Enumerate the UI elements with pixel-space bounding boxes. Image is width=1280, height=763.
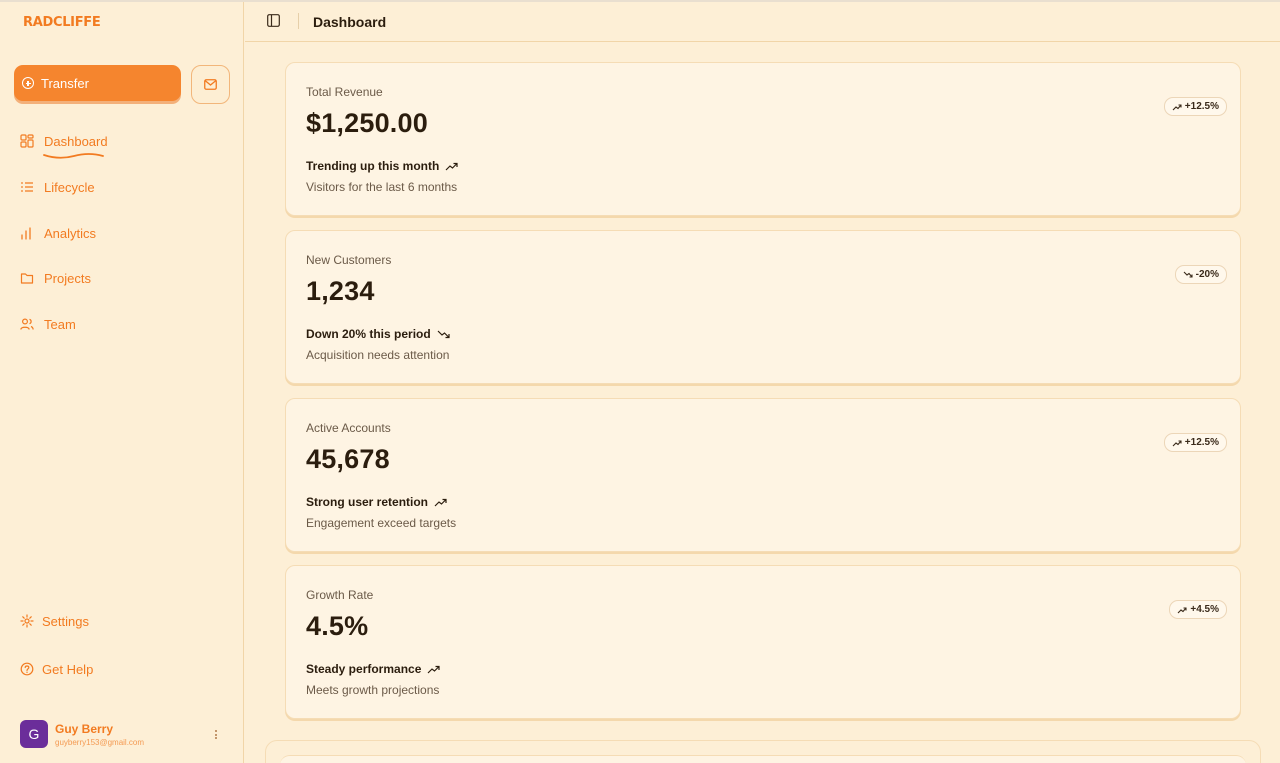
card-value: 1,234 (306, 276, 375, 306)
page-title: Dashboard (313, 14, 387, 30)
dashboard-icon (20, 134, 34, 148)
mail-button[interactable] (191, 65, 230, 104)
user-profile[interactable]: G Guy Berry guyberry153@gmail.com (20, 720, 144, 748)
sidebar-item-label: Settings (42, 613, 89, 629)
trend-badge: +12.5% (1163, 433, 1227, 452)
sidebar-item-settings[interactable]: Settings (20, 610, 89, 632)
trending-up-icon (1177, 606, 1187, 613)
sidebar-item-label: Get Help (42, 661, 94, 677)
card-trend-label: Strong user retention (306, 495, 429, 509)
trend-badge-label: +12.5% (1184, 101, 1219, 112)
trend-badge: +4.5% (1169, 600, 1227, 619)
sidebar-item-label: Dashboard (44, 133, 108, 149)
sidebar-item-projects[interactable]: Projects (20, 267, 91, 289)
card-subtext: Meets growth projections (306, 683, 440, 697)
sidebar-item-get-help[interactable]: Get Help (20, 658, 93, 680)
trending-down-icon (1183, 271, 1193, 278)
avatar: G (20, 720, 48, 748)
sidebar-item-label: Analytics (44, 225, 97, 241)
trending-up-icon (445, 162, 458, 170)
mail-icon (204, 79, 217, 90)
active-underline (43, 153, 104, 159)
users-icon (20, 318, 34, 330)
trending-up-icon (1172, 103, 1182, 110)
bar-chart-icon (21, 227, 31, 240)
metric-card-growth-rate: Growth Rate 4.5% +4.5% Steady performanc… (285, 565, 1241, 719)
card-label: Active Accounts (306, 421, 391, 435)
card-label: New Customers (306, 253, 392, 267)
sidebar-item-team[interactable]: Team (20, 313, 76, 335)
card-label: Growth Rate (306, 588, 374, 602)
card-trend-label: Trending up this month (306, 159, 440, 173)
metric-card-new-customers: New Customers 1,234 -20% Down 20% this p… (285, 230, 1241, 384)
metric-card-active-accounts: Active Accounts 45,678 +12.5% Strong use… (285, 398, 1241, 552)
plus-circle-icon (22, 77, 34, 89)
card-trend: Down 20% this period (306, 327, 450, 341)
metric-card-total-revenue: Total Revenue $1,250.00 +12.5% Trending … (285, 62, 1241, 216)
help-icon (20, 662, 34, 676)
sidebar-item-dashboard[interactable]: Dashboard (20, 130, 108, 152)
card-value: 45,678 (306, 444, 390, 474)
user-name: Guy Berry (55, 721, 114, 736)
transfer-button[interactable]: Transfer (14, 65, 181, 101)
trend-badge: +12.5% (1163, 97, 1227, 116)
gear-icon (20, 614, 34, 628)
user-email: guyberry153@gmail.com (55, 737, 145, 747)
trend-badge: -20% (1174, 265, 1227, 284)
card-value: $1,250.00 (306, 108, 428, 138)
trend-badge-label: +4.5% (1190, 604, 1219, 615)
card-value: 4.5% (306, 611, 369, 641)
card-trend: Strong user retention (306, 495, 447, 509)
card-trend-label: Steady performance (306, 662, 422, 676)
sidebar-toggle-icon[interactable] (267, 14, 280, 27)
card-subtext: Engagement exceed targets (306, 516, 457, 530)
sidebar-item-label: Lifecycle (44, 179, 95, 195)
trending-up-icon (434, 498, 447, 506)
sidebar-item-analytics[interactable]: Analytics (20, 222, 96, 244)
trend-badge-label: +12.5% (1184, 437, 1219, 448)
card-trend: Trending up this month (306, 159, 458, 173)
more-options-icon[interactable] (213, 730, 218, 742)
trending-up-icon (1172, 439, 1182, 446)
sidebar-item-label: Team (44, 316, 76, 332)
brand-logo[interactable]: RADCLIFFE (23, 15, 101, 30)
list-icon (21, 182, 33, 192)
sidebar-item-label: Projects (44, 270, 91, 286)
trending-up-icon (427, 665, 440, 673)
chart-panel-inner (280, 755, 1246, 763)
sidebar: RADCLIFFE Transfer Dashboard Lifecycle A… (0, 2, 244, 763)
header-divider (298, 13, 299, 29)
page-header: Dashboard (245, 2, 1280, 42)
card-label: Total Revenue (306, 85, 383, 99)
card-subtext: Visitors for the last 6 months (306, 180, 458, 194)
card-subtext: Acquisition needs attention (306, 348, 450, 362)
trend-badge-label: -20% (1195, 269, 1219, 280)
folder-icon (20, 273, 34, 284)
sidebar-item-lifecycle[interactable]: Lifecycle (20, 176, 95, 198)
card-trend-label: Down 20% this period (306, 327, 431, 341)
trending-down-icon (437, 330, 450, 338)
transfer-button-label: Transfer (41, 75, 89, 91)
card-trend: Steady performance (306, 662, 440, 676)
